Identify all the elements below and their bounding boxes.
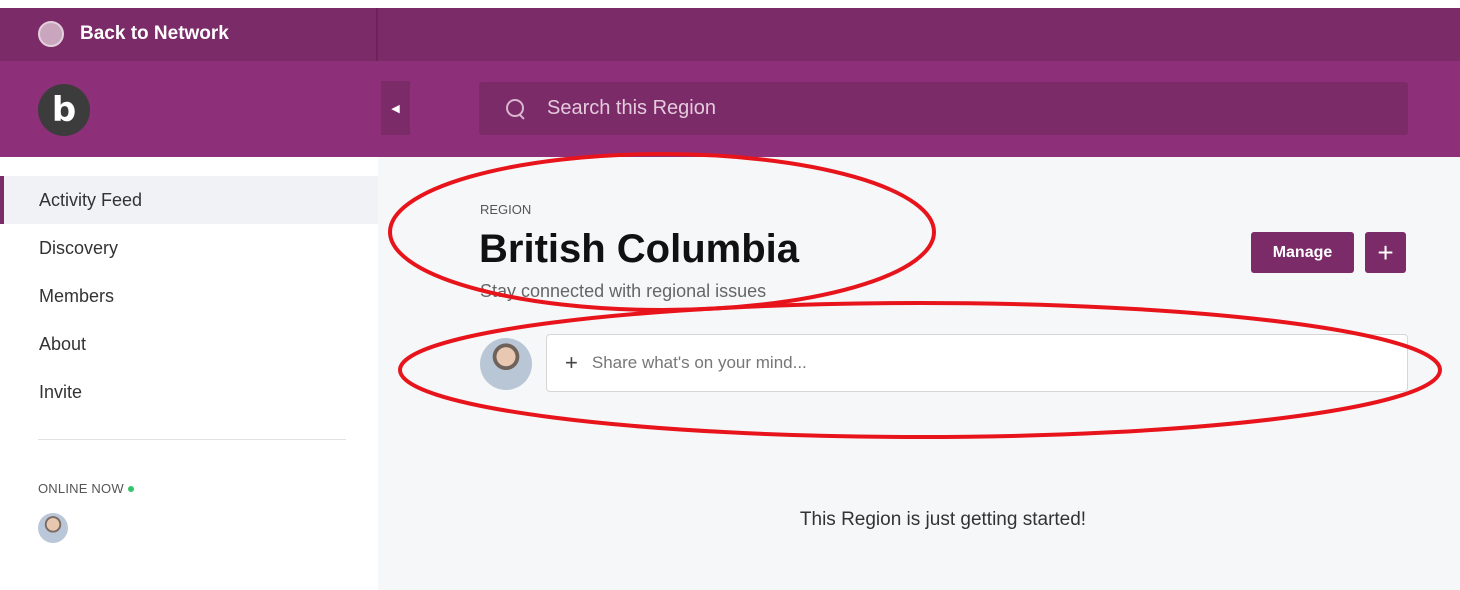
page-title: British Columbia — [479, 227, 800, 271]
network-topbar: Back to Network — [0, 8, 1460, 61]
avatar — [480, 338, 532, 390]
post-composer[interactable]: + Share what's on your mind... — [546, 334, 1408, 392]
collapse-sidebar-button[interactable]: ◀ — [381, 81, 410, 135]
online-now-header: ONLINE NOW — [38, 481, 134, 496]
brand-logo[interactable]: b — [38, 84, 90, 136]
manage-button[interactable]: Manage — [1251, 232, 1354, 273]
chevron-left-icon: ◀ — [391, 102, 400, 115]
empty-feed-message: This Region is just getting started! — [799, 509, 1087, 530]
region-subtitle: Stay connected with regional issues — [480, 281, 767, 301]
search-bar[interactable] — [479, 82, 1408, 135]
plus-icon: + — [565, 350, 578, 375]
online-member-avatar[interactable] — [38, 513, 68, 543]
sidebar-item-label: Activity Feed — [39, 189, 143, 210]
region-header-bar: b ◀ — [0, 61, 1460, 157]
sidebar-item-about[interactable]: About — [0, 320, 378, 368]
add-button[interactable]: + — [1365, 232, 1406, 273]
online-dot-icon — [127, 485, 134, 492]
sidebar-nav: Activity Feed Discovery Members About In… — [0, 176, 378, 416]
search-input[interactable] — [547, 97, 1367, 120]
sidebar-item-label: Members — [39, 285, 115, 306]
sidebar-item-label: About — [39, 333, 87, 354]
main-content: REGION British Columbia Stay connected w… — [378, 157, 1460, 590]
sidebar-item-discovery[interactable]: Discovery — [0, 224, 378, 272]
sidebar-item-label: Discovery — [39, 237, 119, 258]
composer-placeholder: Share what's on your mind... — [591, 353, 807, 372]
sidebar-divider — [38, 439, 346, 440]
back-to-network-link[interactable]: Back to Network — [38, 18, 229, 50]
sidebar-item-label: Invite — [39, 381, 83, 402]
sidebar-item-activity-feed[interactable]: Activity Feed — [0, 176, 378, 224]
sidebar-item-invite[interactable]: Invite — [0, 368, 378, 416]
topbar-divider — [376, 8, 378, 61]
back-to-network-label: Back to Network — [80, 23, 229, 44]
app-frame: Back to Network b ◀ Activity Feed Discov… — [0, 0, 1460, 590]
network-logo-icon — [38, 21, 64, 47]
online-now-label: ONLINE NOW — [38, 481, 124, 496]
region-kicker: REGION — [480, 202, 532, 217]
sidebar-item-members[interactable]: Members — [0, 272, 378, 320]
search-icon — [505, 98, 527, 120]
plus-icon: + — [1377, 236, 1394, 268]
